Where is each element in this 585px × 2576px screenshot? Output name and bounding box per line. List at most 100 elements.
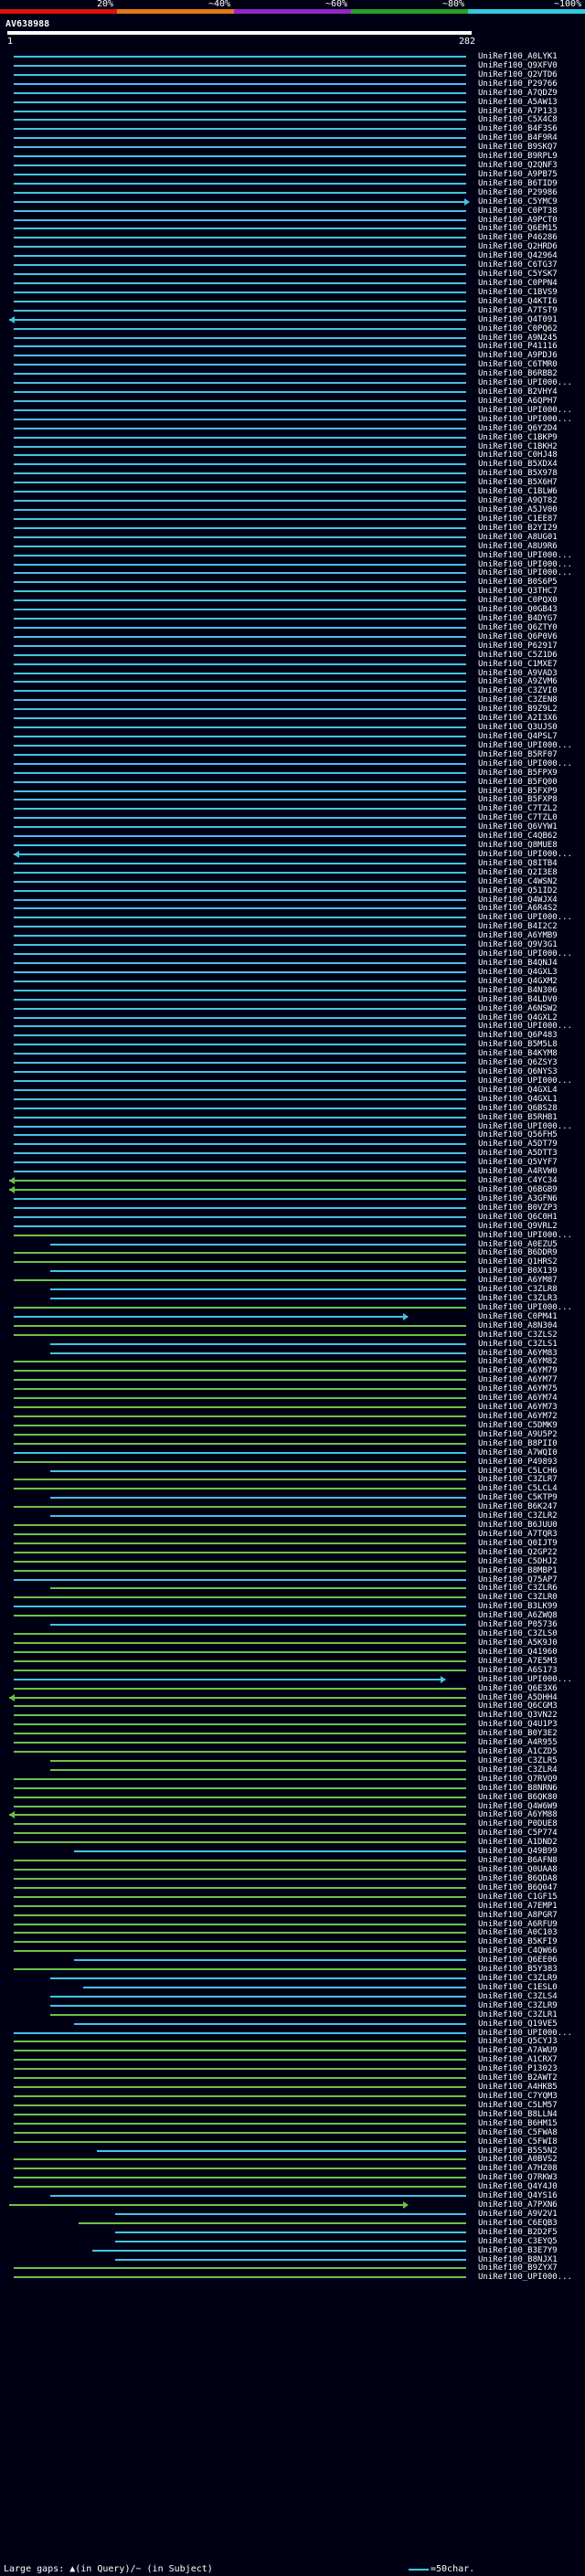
hit-label[interactable]: UniRef100_UPI000... [478, 1303, 572, 1312]
hit-label[interactable]: UniRef100_C3ZLS1 [478, 1340, 558, 1349]
hit-row[interactable]: UniRef100_Q3VN22 [0, 1711, 585, 1720]
hit-label[interactable]: UniRef100_Q41960 [478, 1648, 558, 1657]
hit-row[interactable]: UniRef100_Q7RVQ9 [0, 1775, 585, 1784]
hit-row[interactable]: UniRef100_Q7RKW3 [0, 2173, 585, 2182]
hit-row[interactable]: UniRef100_C4QB62 [0, 832, 585, 841]
hit-row[interactable]: UniRef100_C5KTP9 [0, 1493, 585, 1502]
hit-label[interactable]: UniRef100_Q19VE5 [478, 2019, 558, 2029]
hit-label[interactable]: UniRef100_P29766 [478, 80, 558, 89]
hit-row[interactable]: UniRef100_C1GF15 [0, 1892, 585, 1902]
hit-label[interactable]: UniRef100_C3ZEN8 [478, 695, 558, 705]
hit-label[interactable]: UniRef100_Q2HRD6 [478, 242, 558, 251]
hit-row[interactable]: UniRef100_UPI000... [0, 560, 585, 569]
hit-row[interactable]: UniRef100_A6YM72 [0, 1412, 585, 1421]
hit-row[interactable]: UniRef100_A9VAD3 [0, 669, 585, 678]
hit-row[interactable]: UniRef100_A9ZVM6 [0, 677, 585, 686]
hit-label[interactable]: UniRef100_Q2VTD6 [478, 70, 558, 80]
hit-label[interactable]: UniRef100_A5DHH4 [478, 1693, 558, 1702]
hit-row[interactable]: UniRef100_C1MXE7 [0, 660, 585, 669]
hit-row[interactable]: UniRef100_P49893 [0, 1458, 585, 1467]
hit-label[interactable]: UniRef100_B6TID9 [478, 179, 558, 188]
hit-label[interactable]: UniRef100_Q6EE06 [478, 1956, 558, 1965]
hit-row[interactable]: UniRef100_B5RF07 [0, 750, 585, 759]
hit-label[interactable]: UniRef100_C3ZLR3 [478, 1294, 558, 1303]
hit-row[interactable]: UniRef100_UPI000... [0, 2029, 585, 2038]
hit-row[interactable]: UniRef100_C3ZLR6 [0, 1584, 585, 1593]
hit-label[interactable]: UniRef100_B6QK80 [478, 1793, 558, 1802]
hit-row[interactable]: UniRef100_Q6BGB9 [0, 1185, 585, 1194]
hit-row[interactable]: UniRef100_C5Z1D6 [0, 651, 585, 660]
hit-row[interactable]: UniRef100_A8U9R6 [0, 542, 585, 551]
hit-row[interactable]: UniRef100_P13023 [0, 2064, 585, 2073]
hit-label[interactable]: UniRef100_Q6ZSY3 [478, 1058, 558, 1067]
hit-label[interactable]: UniRef100_C1BVS9 [478, 288, 558, 297]
hit-label[interactable]: UniRef100_B4KYM8 [478, 1049, 558, 1058]
hit-label[interactable]: UniRef100_C4QB62 [478, 832, 558, 841]
hit-row[interactable]: UniRef100_UPI000... [0, 949, 585, 959]
hit-label[interactable]: UniRef100_C1MXE7 [478, 660, 558, 669]
hit-label[interactable]: UniRef100_A7AWU9 [478, 2046, 558, 2055]
hit-label[interactable]: UniRef100_Q8ITB4 [478, 859, 558, 868]
hit-label[interactable]: UniRef100_B5FXP8 [478, 795, 558, 804]
hit-label[interactable]: UniRef100_B9Z9L2 [478, 705, 558, 714]
hit-label[interactable]: UniRef100_C7YQM3 [478, 2092, 558, 2101]
hit-label[interactable]: UniRef100_A6YM72 [478, 1412, 558, 1421]
hit-row[interactable]: UniRef100_C3ZLR1 [0, 2010, 585, 2019]
hit-row[interactable]: UniRef100_B6QK80 [0, 1793, 585, 1802]
hit-label[interactable]: UniRef100_A9V2V1 [478, 2210, 558, 2219]
hit-label[interactable]: UniRef100_A7QDZ9 [478, 89, 558, 98]
hit-label[interactable]: UniRef100_UPI000... [478, 1675, 572, 1684]
hit-label[interactable]: UniRef100_Q4GXL1 [478, 1095, 558, 1104]
hit-row[interactable]: UniRef100_A1DND2 [0, 1838, 585, 1847]
hit-row[interactable]: UniRef100_A1CRX7 [0, 2055, 585, 2064]
hit-row[interactable]: UniRef100_A5DHH4 [0, 1693, 585, 1702]
hit-label[interactable]: UniRef100_Q4GXL4 [478, 1086, 558, 1095]
hit-row[interactable]: UniRef100_Q6P483 [0, 1031, 585, 1040]
hit-row[interactable]: UniRef100_C3ZLR0 [0, 1593, 585, 1602]
hit-row[interactable]: UniRef100_B9RPL9 [0, 152, 585, 161]
hit-row[interactable]: UniRef100_C6EQB3 [0, 2219, 585, 2228]
hit-label[interactable]: UniRef100_A3GFN6 [478, 1194, 558, 1203]
hit-label[interactable]: UniRef100_Q4GXL2 [478, 1013, 558, 1023]
hit-row[interactable]: UniRef100_C4WSN2 [0, 877, 585, 886]
hit-label[interactable]: UniRef100_C3ZLR5 [478, 1756, 558, 1765]
hit-label[interactable]: UniRef100_B5RHB1 [478, 1113, 558, 1122]
hit-row[interactable]: UniRef100_C1BKH2 [0, 442, 585, 451]
hit-row[interactable]: UniRef100_Q9VRL2 [0, 1222, 585, 1231]
hit-row[interactable]: UniRef100_B6QDA8 [0, 1874, 585, 1883]
hit-label[interactable]: UniRef100_C4WSN2 [478, 877, 558, 886]
hit-row[interactable]: UniRef100_B9ZYX7 [0, 2263, 585, 2273]
hit-label[interactable]: UniRef100_A0EZU5 [478, 1240, 558, 1249]
hit-label[interactable]: UniRef100_Q4GXM2 [478, 977, 558, 986]
hit-row[interactable]: UniRef100_C3ZLR2 [0, 1511, 585, 1521]
hit-label[interactable]: UniRef100_A7E5M3 [478, 1657, 558, 1666]
hit-row[interactable]: UniRef100_A6RFU9 [0, 1920, 585, 1929]
hit-row[interactable]: UniRef100_Q41960 [0, 1648, 585, 1657]
hit-label[interactable]: UniRef100_B5RF07 [478, 750, 558, 759]
hit-label[interactable]: UniRef100_C3ZLR9 [478, 1974, 558, 1983]
hit-row[interactable]: UniRef100_A0EZU5 [0, 1240, 585, 1249]
hit-label[interactable]: UniRef100_Q9VRL2 [478, 1222, 558, 1231]
hit-label[interactable]: UniRef100_Q6C0H1 [478, 1213, 558, 1222]
hit-label[interactable]: UniRef100_Q4KTI6 [478, 297, 558, 306]
hit-row[interactable]: UniRef100_A5DTT3 [0, 1149, 585, 1158]
hit-label[interactable]: UniRef100_C0PPN4 [478, 279, 558, 288]
hit-row[interactable]: UniRef100_B8PII0 [0, 1439, 585, 1448]
hit-label[interactable]: UniRef100_UPI000... [478, 1122, 572, 1131]
hit-row[interactable]: UniRef100_A7QDZ9 [0, 89, 585, 98]
hit-row[interactable]: UniRef100_Q0GB43 [0, 605, 585, 614]
hit-row[interactable]: UniRef100_C1ESL0 [0, 1983, 585, 1992]
hit-label[interactable]: UniRef100_A6YM87 [478, 1276, 558, 1285]
hit-row[interactable]: UniRef100_C6TG37 [0, 260, 585, 270]
hit-row[interactable]: UniRef100_Q2VTD6 [0, 70, 585, 80]
hit-label[interactable]: UniRef100_C6EQB3 [478, 2219, 558, 2228]
hit-label[interactable]: UniRef100_A9ZVM6 [478, 677, 558, 686]
hit-label[interactable]: UniRef100_Q2I3E8 [478, 868, 558, 877]
hit-row[interactable]: UniRef100_C3ZLR9 [0, 1974, 585, 1983]
hit-label[interactable]: UniRef100_A6NSW2 [478, 1004, 558, 1013]
hit-label[interactable]: UniRef100_A0BVS2 [478, 2155, 558, 2164]
hit-row[interactable]: UniRef100_A6NSW2 [0, 1004, 585, 1013]
hit-label[interactable]: UniRef100_C5X4C8 [478, 115, 558, 124]
hit-row[interactable]: UniRef100_B0VZP3 [0, 1203, 585, 1213]
hit-label[interactable]: UniRef100_B5FQ00 [478, 778, 558, 787]
